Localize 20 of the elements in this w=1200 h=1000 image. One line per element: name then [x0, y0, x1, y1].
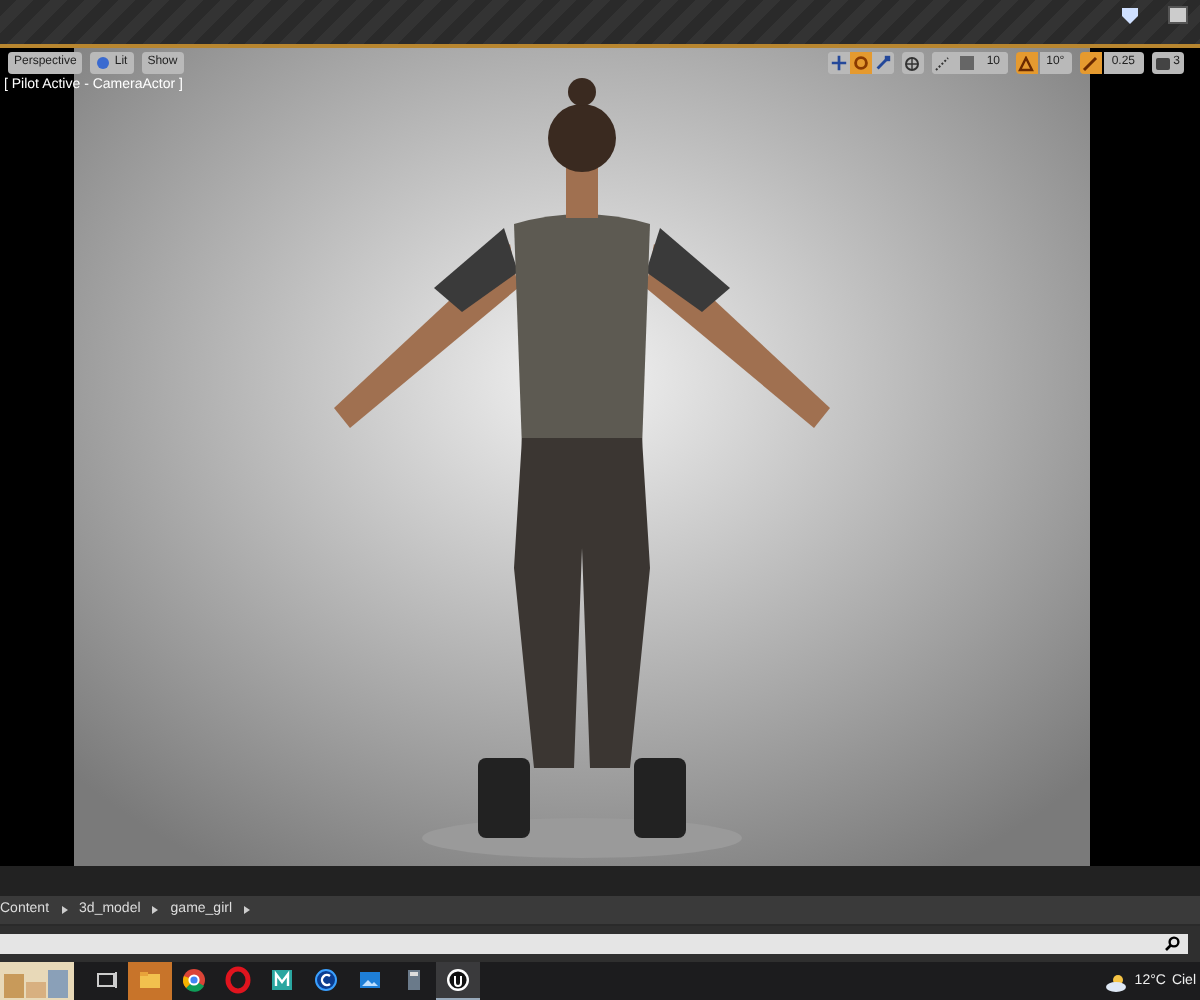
scale-snap-toggle[interactable] — [1079, 52, 1102, 74]
chevron-icon — [244, 906, 251, 914]
surface-snap-button[interactable] — [931, 52, 954, 74]
translate-tool-button[interactable] — [827, 52, 850, 74]
search-field[interactable] — [0, 934, 1188, 954]
globe-button[interactable] — [901, 52, 924, 74]
scale-tool-button[interactable] — [871, 52, 894, 74]
camera-icon — [1155, 57, 1170, 69]
rotate-tool-button[interactable] — [849, 52, 872, 74]
unreal-taskbar-icon[interactable] — [436, 962, 480, 1000]
weather-icon — [1106, 973, 1129, 991]
grid-snap-button[interactable] — [955, 52, 978, 74]
chevron-icon — [61, 906, 68, 914]
sphere-icon — [96, 56, 111, 70]
shield-icon[interactable] — [1120, 6, 1140, 26]
rotation-snap-toggle[interactable] — [1015, 52, 1038, 74]
desktop-thumbnail — [0, 962, 74, 1000]
chevron-icon — [152, 906, 159, 914]
search-icon — [1164, 936, 1180, 952]
panel-icon[interactable] — [1168, 6, 1188, 24]
